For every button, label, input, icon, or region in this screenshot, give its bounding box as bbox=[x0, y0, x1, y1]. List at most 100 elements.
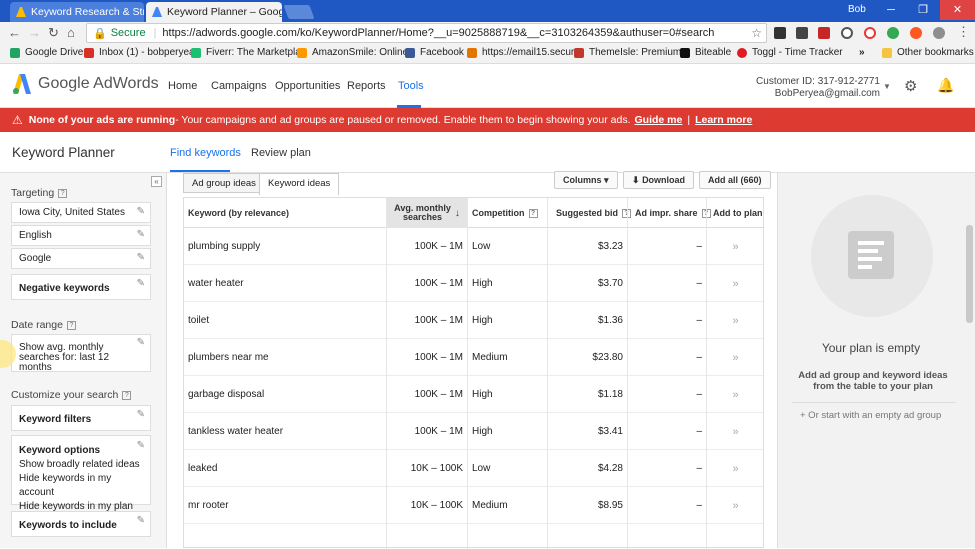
edit-pencil-icon[interactable]: ✎ bbox=[137, 515, 145, 526]
browser-tab[interactable]: Keyword Research & Stra × bbox=[10, 2, 144, 22]
nav-opportunities[interactable]: Opportunities bbox=[275, 80, 340, 92]
browser-tab-active[interactable]: Keyword Planner – Goog × bbox=[146, 2, 282, 22]
bookmark-item[interactable]: ThemeIsle: Premium bbox=[574, 47, 681, 58]
bookmark-item[interactable]: Toggl - Time Tracker bbox=[737, 47, 843, 58]
edit-pencil-icon[interactable]: ✎ bbox=[137, 252, 145, 263]
help-icon[interactable]: ? bbox=[66, 320, 76, 330]
minimize-icon[interactable]: ─ bbox=[876, 0, 906, 20]
competition-cell: Low bbox=[472, 463, 491, 474]
learn-more-link[interactable]: Learn more bbox=[695, 114, 752, 126]
bookmark-item[interactable]: Fiverr: The Marketpla bbox=[191, 47, 301, 58]
start-empty-ad-group-link[interactable]: + Or start with an empty ad group bbox=[800, 410, 941, 421]
bookmark-item[interactable]: https://email15.secur bbox=[467, 47, 574, 58]
date-range-box[interactable]: Show avg. monthly searches for: last 12 … bbox=[11, 334, 151, 373]
guide-me-link[interactable]: Guide me bbox=[635, 114, 683, 126]
grammarly-icon[interactable] bbox=[887, 27, 899, 39]
collapse-sidebar-button[interactable]: « bbox=[151, 176, 162, 187]
add-to-plan-icon[interactable]: » bbox=[708, 450, 763, 487]
download-button[interactable]: ⬇ Download bbox=[623, 171, 695, 189]
col-avg-monthly-searches[interactable]: Avg. monthly searches ↓ bbox=[387, 198, 467, 228]
extension-icon[interactable] bbox=[910, 27, 922, 39]
edit-pencil-icon[interactable]: ✎ bbox=[137, 338, 145, 348]
bookmark-item[interactable]: Facebook bbox=[405, 47, 464, 58]
plan-panel: Your plan is empty Add ad group and keyw… bbox=[777, 173, 975, 548]
alert-text: - Your campaigns and ad groups are pause… bbox=[175, 114, 631, 126]
extension-icon[interactable] bbox=[774, 27, 786, 39]
reload-icon[interactable]: ↻ bbox=[48, 25, 59, 41]
more-bookmarks-button[interactable]: » bbox=[859, 47, 865, 58]
nav-tools[interactable]: Tools bbox=[398, 80, 424, 92]
tab-review-plan[interactable]: Review plan bbox=[251, 147, 311, 159]
extension-icon[interactable] bbox=[933, 27, 945, 39]
gear-icon[interactable]: ⚙ bbox=[904, 77, 917, 95]
other-bookmarks[interactable]: Other bookmarks bbox=[882, 47, 974, 58]
window-close-icon[interactable]: ✕ bbox=[940, 0, 975, 20]
keyword-filters[interactable]: Keyword filters ✎ bbox=[11, 405, 151, 431]
nav-home[interactable]: Home bbox=[168, 80, 197, 92]
extension-icon[interactable] bbox=[841, 27, 853, 39]
bookmark-item[interactable]: Inbox (1) - bobperyea bbox=[84, 47, 195, 58]
add-to-plan-icon[interactable]: » bbox=[708, 413, 763, 450]
location-target[interactable]: Iowa City, United States ✎ bbox=[11, 202, 151, 223]
profile-name[interactable]: Bob bbox=[848, 4, 866, 15]
help-icon[interactable]: ? bbox=[528, 208, 538, 218]
competition-cell: High bbox=[472, 426, 493, 437]
scrollbar-thumb[interactable] bbox=[966, 225, 973, 323]
bookmark-item[interactable]: AmazonSmile: Online bbox=[297, 47, 408, 58]
col-keyword[interactable]: Keyword (by relevance) bbox=[188, 198, 384, 228]
nav-campaigns[interactable]: Campaigns bbox=[211, 80, 267, 92]
edit-pencil-icon[interactable]: ✎ bbox=[137, 229, 145, 240]
subtab-keyword-ideas[interactable]: Keyword ideas bbox=[259, 173, 340, 195]
back-icon[interactable]: ← bbox=[8, 25, 21, 40]
nav-reports[interactable]: Reports bbox=[347, 80, 386, 92]
help-icon[interactable]: ? bbox=[58, 188, 68, 198]
notifications-bell-icon[interactable]: 🔔 bbox=[937, 77, 954, 94]
language-target[interactable]: English ✎ bbox=[11, 225, 151, 246]
keyword-options[interactable]: Keyword options Show broadly related ide… bbox=[11, 435, 151, 512]
network-target[interactable]: Google ✎ bbox=[11, 248, 151, 269]
edit-pencil-icon[interactable]: ✎ bbox=[137, 409, 145, 420]
restore-icon[interactable]: ❐ bbox=[908, 0, 938, 20]
col-competition[interactable]: Competition? bbox=[472, 198, 538, 228]
help-icon[interactable]: ? bbox=[122, 390, 132, 400]
extension-icon[interactable] bbox=[796, 27, 808, 39]
columns-button[interactable]: Columns ▾ bbox=[554, 171, 618, 189]
add-to-plan-icon[interactable]: » bbox=[708, 376, 763, 413]
account-menu[interactable]: Customer ID: 317-912-2771 BobPeryea@gmai… bbox=[756, 76, 880, 100]
account-dropdown-icon[interactable]: ▼ bbox=[883, 82, 891, 91]
negative-keywords[interactable]: Negative keywords ✎ bbox=[11, 274, 151, 300]
impr-share-cell: – bbox=[696, 500, 702, 511]
edit-pencil-icon[interactable]: ✎ bbox=[137, 278, 145, 289]
forward-icon[interactable]: → bbox=[28, 25, 41, 40]
keywords-to-include[interactable]: Keywords to include ✎ bbox=[11, 511, 151, 537]
add-to-plan-icon[interactable]: » bbox=[708, 228, 763, 265]
add-to-plan-icon[interactable]: » bbox=[708, 302, 763, 339]
competition-cell: High bbox=[472, 278, 493, 289]
add-to-plan-icon[interactable]: » bbox=[708, 265, 763, 302]
url-text[interactable]: https://adwords.google.com/ko/KeywordPla… bbox=[162, 27, 714, 39]
impr-share-cell: – bbox=[696, 352, 702, 363]
new-tab-button[interactable] bbox=[283, 5, 315, 19]
document-icon bbox=[848, 231, 894, 279]
impr-share-cell: – bbox=[696, 278, 702, 289]
table-row: plumbing supply 100K – 1M Low $3.23 – » bbox=[184, 228, 763, 265]
extension-icon[interactable] bbox=[864, 27, 876, 39]
bookmark-item[interactable]: Google Drive bbox=[10, 47, 83, 58]
add-all-button[interactable]: Add all (660) bbox=[699, 171, 771, 189]
address-bar[interactable]: 🔒 Secure | https://adwords.google.com/ko… bbox=[86, 23, 767, 43]
add-to-plan-icon[interactable]: » bbox=[708, 339, 763, 376]
menu-icon[interactable]: ⋮ bbox=[957, 24, 970, 40]
adwords-logo[interactable]: Google AdWords bbox=[12, 74, 159, 94]
col-ad-impr-share[interactable]: Ad impr. share? bbox=[635, 198, 711, 228]
edit-pencil-icon[interactable]: ✎ bbox=[137, 439, 145, 453]
col-suggested-bid[interactable]: Suggested bid? bbox=[556, 198, 632, 228]
subtab-ad-group-ideas[interactable]: Ad group ideas bbox=[183, 173, 265, 193]
add-to-plan-icon[interactable]: » bbox=[708, 487, 763, 524]
home-icon[interactable]: ⌂ bbox=[67, 25, 75, 40]
edit-pencil-icon[interactable]: ✎ bbox=[137, 206, 145, 217]
extension-icon[interactable] bbox=[818, 27, 830, 39]
bookmark-star-icon[interactable]: ☆ bbox=[751, 26, 762, 40]
bookmark-item[interactable]: Biteable bbox=[680, 47, 731, 58]
tab-find-keywords[interactable]: Find keywords bbox=[170, 147, 241, 159]
email-icon bbox=[467, 47, 477, 58]
